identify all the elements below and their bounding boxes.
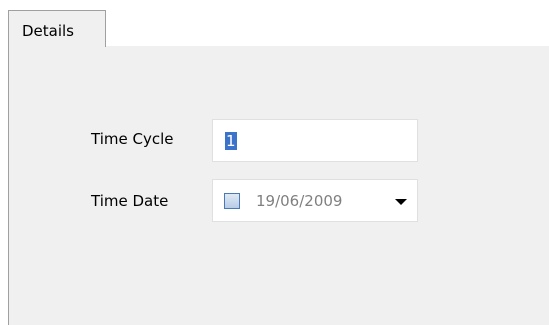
time-date-value: 19/06/2009 (256, 192, 343, 210)
details-panel: Time Cycle 1 Time Date 19/06/2009 (8, 46, 549, 325)
time-cycle-value: 1 (225, 132, 237, 150)
time-date-label: Time Date (91, 192, 169, 210)
time-cycle-input[interactable]: 1 (212, 119, 418, 162)
chevron-down-icon[interactable] (395, 199, 407, 205)
time-cycle-label: Time Cycle (91, 130, 174, 148)
checkbox-unchecked-icon[interactable] (224, 193, 240, 209)
time-date-picker[interactable]: 19/06/2009 (212, 179, 418, 222)
tab-strip: Details (0, 0, 549, 47)
tab-details[interactable]: Details (8, 10, 106, 47)
tab-details-label: Details (22, 22, 75, 40)
